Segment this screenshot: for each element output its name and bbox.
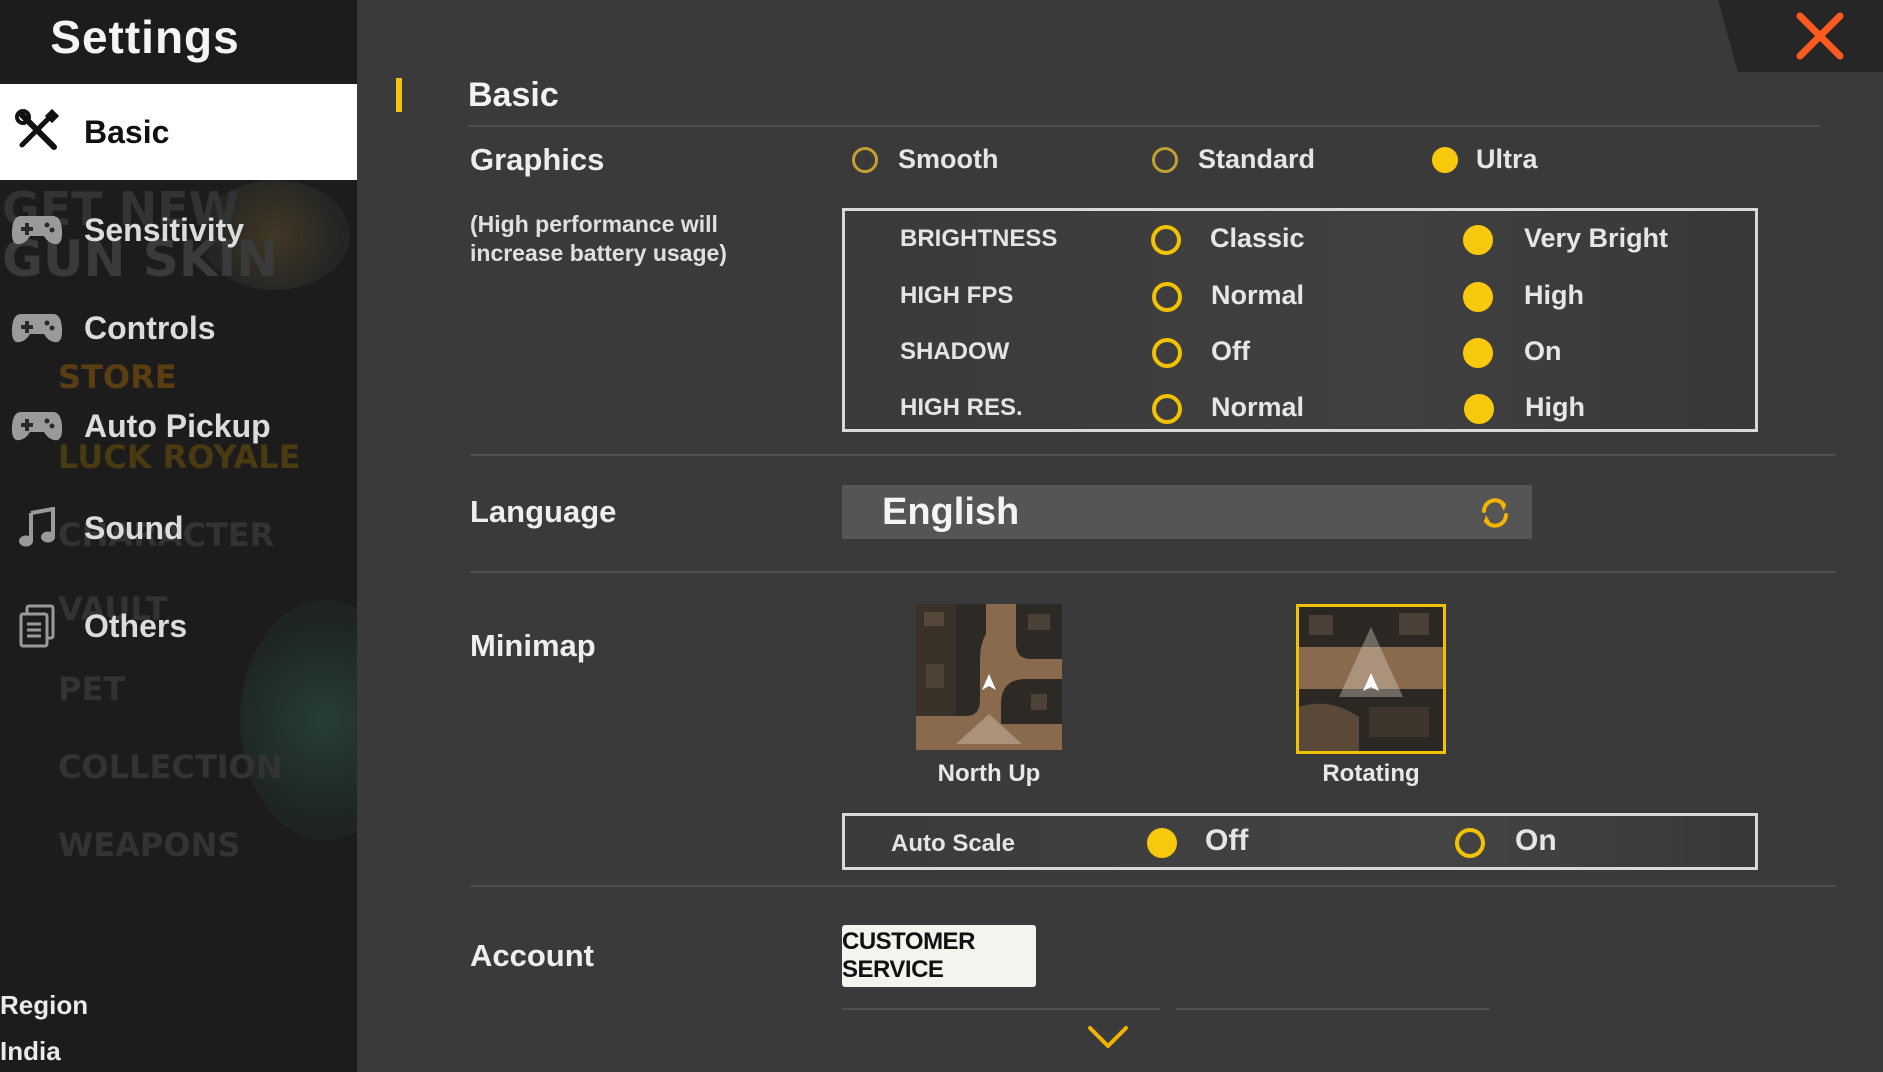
divider xyxy=(842,1008,1160,1010)
high-res-normal-label: Normal xyxy=(1211,392,1305,422)
graphics-label: Graphics xyxy=(470,142,605,177)
high-fps-label: HIGH FPS xyxy=(900,282,1014,309)
shadow-on-label: On xyxy=(1524,336,1562,366)
graphics-detail-panel: BRIGHTNESS Classic Very Bright HIGH FPS … xyxy=(842,208,1758,432)
high-fps-normal-label: Normal xyxy=(1211,280,1305,310)
graphics-note-line: (High performance will xyxy=(470,211,718,237)
brightness-classic-radio[interactable] xyxy=(1151,225,1181,255)
settings-sidebar: Settings GET NEW GUN SKIN STORE LUCK ROY… xyxy=(0,0,357,1072)
music-note-icon xyxy=(8,503,66,553)
sidebar-item-label: Sound xyxy=(84,509,184,546)
gamepad-icon xyxy=(8,205,66,255)
graphics-note: (High performance will increase battery … xyxy=(470,210,727,268)
high-res-high-radio[interactable] xyxy=(1464,394,1494,424)
sidebar-item-sensitivity[interactable]: Sensitivity xyxy=(0,182,357,278)
section-title: Basic xyxy=(468,76,559,114)
chevron-down-icon[interactable] xyxy=(1086,1022,1130,1052)
divider xyxy=(470,571,1836,573)
auto-scale-panel: Auto Scale Off On xyxy=(842,813,1758,870)
region-value: India xyxy=(0,1036,61,1066)
brightness-label: BRIGHTNESS xyxy=(900,225,1058,252)
sidebar-item-auto-pickup[interactable]: Auto Pickup xyxy=(0,378,357,474)
bg-word: WEAPONS xyxy=(58,826,241,864)
section-accent-bar xyxy=(396,78,402,112)
auto-scale-on-label: On xyxy=(1515,824,1557,857)
sidebar-item-label: Others xyxy=(84,607,188,644)
brightness-classic-label: Classic xyxy=(1210,223,1305,253)
graphics-standard-radio[interactable] xyxy=(1152,147,1178,173)
minimap-label: Minimap xyxy=(470,628,596,663)
sidebar-item-controls[interactable]: Controls xyxy=(0,280,357,376)
minimap-rotating-thumbnail xyxy=(1296,604,1446,754)
divider xyxy=(468,125,1820,127)
graphics-ultra-label: Ultra xyxy=(1476,144,1538,174)
high-fps-high-label: High xyxy=(1524,280,1584,310)
graphics-smooth-label: Smooth xyxy=(898,144,999,174)
sidebar-item-label: Sensitivity xyxy=(84,211,245,248)
divider xyxy=(470,885,1836,887)
high-res-label: HIGH RES. xyxy=(900,394,1023,421)
language-value: English xyxy=(882,491,1020,533)
bg-word: COLLECTION xyxy=(58,748,283,786)
sidebar-item-others[interactable]: Others xyxy=(0,578,357,674)
shadow-on-radio[interactable] xyxy=(1463,338,1493,368)
auto-scale-label: Auto Scale xyxy=(891,830,1016,857)
sidebar-item-label: Basic xyxy=(84,113,170,150)
document-icon xyxy=(8,601,66,651)
graphics-note-line: increase battery usage) xyxy=(470,240,727,266)
divider xyxy=(470,454,1836,456)
shadow-off-radio[interactable] xyxy=(1152,338,1182,368)
shadow-off-label: Off xyxy=(1211,336,1250,366)
language-selector[interactable]: English xyxy=(842,485,1532,539)
auto-scale-off-radio[interactable] xyxy=(1147,828,1177,858)
graphics-standard-label: Standard xyxy=(1198,144,1316,174)
minimap-rotating-option[interactable]: Rotating xyxy=(1296,604,1446,794)
gamepad-icon xyxy=(8,303,66,353)
auto-scale-off-label: Off xyxy=(1205,824,1249,857)
auto-scale-on-radio[interactable] xyxy=(1455,828,1485,858)
refresh-icon[interactable] xyxy=(1478,496,1512,530)
account-label: Account xyxy=(470,938,594,973)
sidebar-item-basic[interactable]: Basic xyxy=(0,84,357,180)
minimap-north-up-label: North Up xyxy=(937,760,1041,787)
sidebar-title: Settings xyxy=(50,11,240,63)
shadow-label: SHADOW xyxy=(900,338,1010,365)
high-res-high-label: High xyxy=(1525,392,1585,422)
divider xyxy=(1176,1008,1490,1010)
region-label: Region xyxy=(0,990,89,1020)
high-fps-normal-radio[interactable] xyxy=(1152,282,1182,312)
sidebar-item-label: Auto Pickup xyxy=(84,407,271,444)
minimap-north-up-thumbnail xyxy=(916,604,1062,750)
minimap-rotating-label: Rotating xyxy=(1322,760,1420,787)
close-button[interactable] xyxy=(1790,8,1850,64)
close-icon xyxy=(1796,12,1844,60)
high-res-normal-radio[interactable] xyxy=(1152,394,1182,424)
high-fps-high-radio[interactable] xyxy=(1463,282,1493,312)
customer-service-button[interactable]: CUSTOMER SERVICE xyxy=(842,925,1036,987)
bg-word: PET xyxy=(58,670,126,708)
language-label: Language xyxy=(470,494,617,529)
sidebar-item-label: Controls xyxy=(84,309,216,346)
graphics-smooth-radio[interactable] xyxy=(852,147,878,173)
minimap-north-up-option[interactable]: North Up xyxy=(916,604,1062,794)
brightness-very-bright-label: Very Bright xyxy=(1524,223,1669,253)
graphics-ultra-radio[interactable] xyxy=(1432,147,1458,173)
brightness-very-bright-radio[interactable] xyxy=(1463,225,1493,255)
sidebar-item-sound[interactable]: Sound xyxy=(0,480,357,576)
gamepad-icon xyxy=(8,401,66,451)
tools-icon xyxy=(8,107,66,157)
